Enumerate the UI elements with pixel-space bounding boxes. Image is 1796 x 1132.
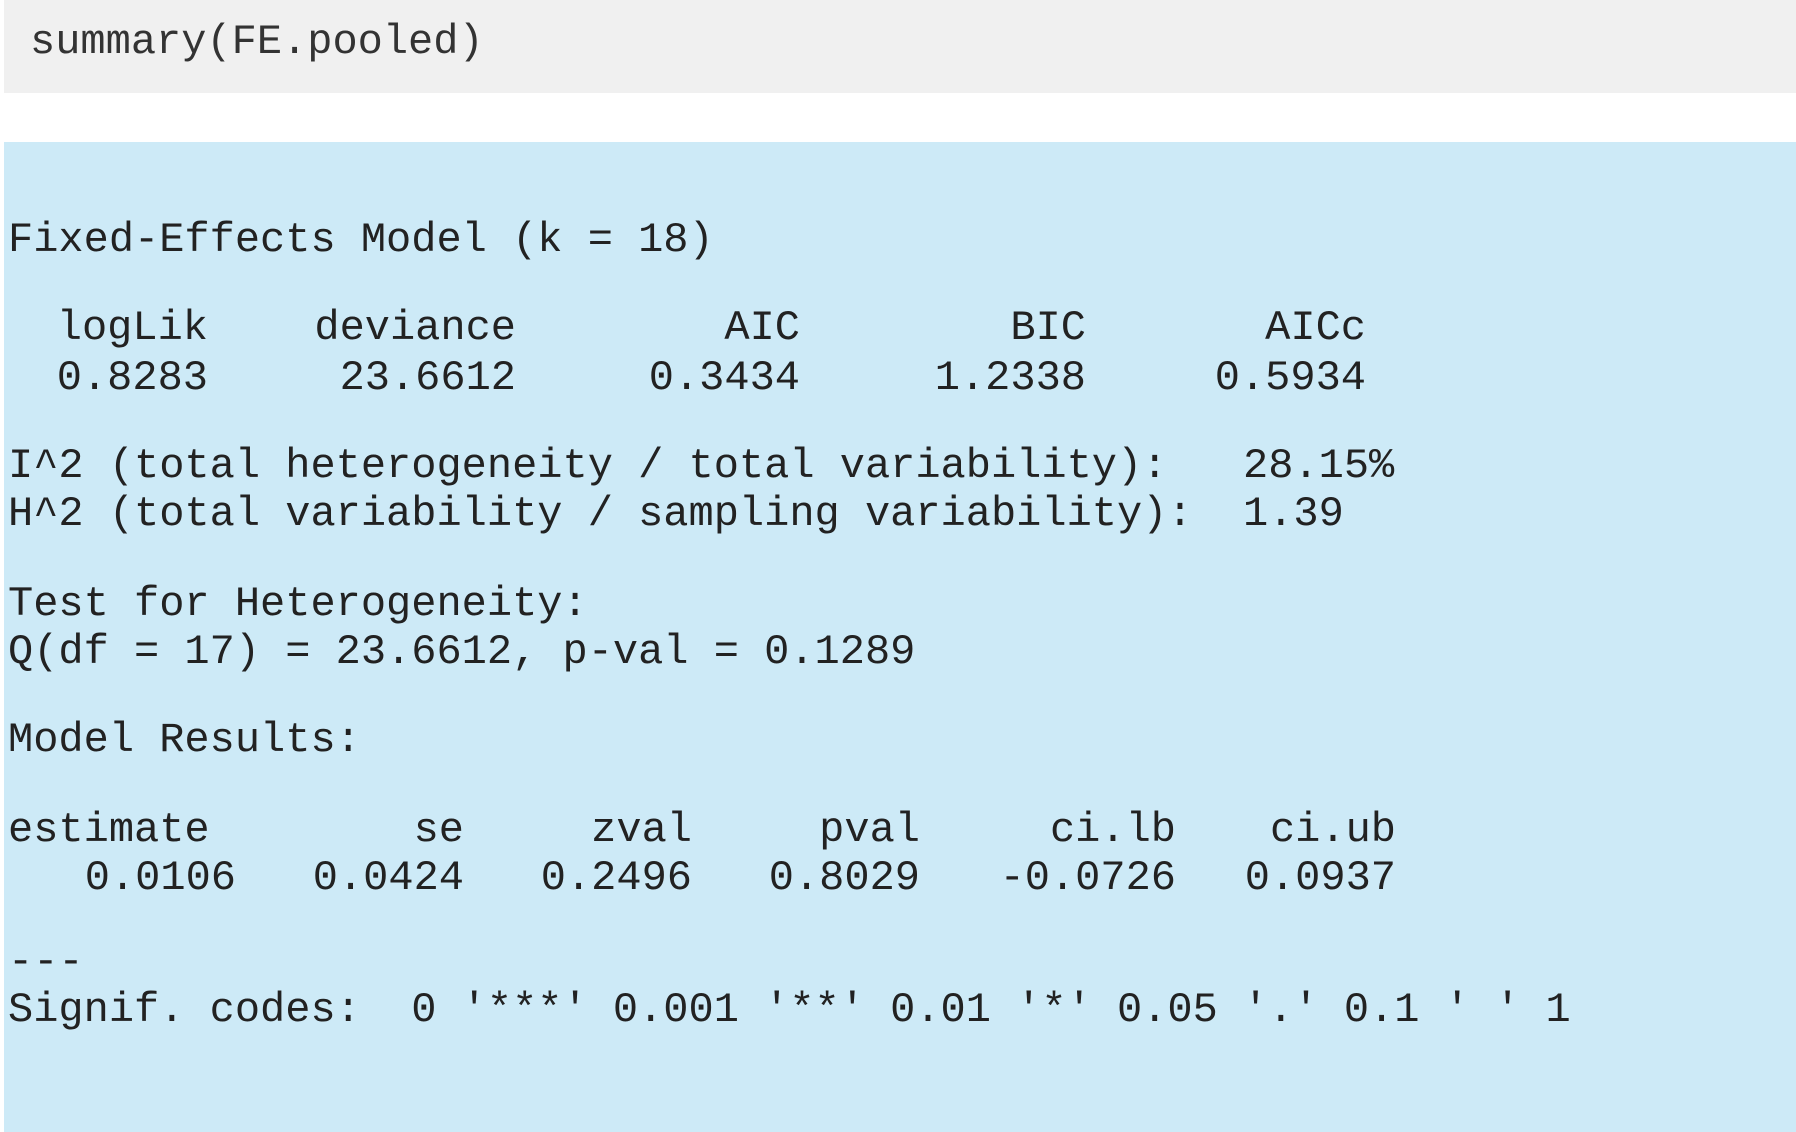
i2-line: I^2 (total heterogeneity / total variabi… bbox=[8, 442, 1395, 490]
fit-header-aicc: AICc bbox=[1265, 304, 1366, 352]
result-header-estimate: estimate bbox=[8, 806, 210, 854]
result-header-pval: pval bbox=[819, 806, 920, 854]
result-header-cilb: ci.lb bbox=[1049, 806, 1176, 854]
fit-value-aicc: 0.5934 bbox=[1214, 354, 1366, 402]
result-header-zval: zval bbox=[591, 806, 692, 854]
separator-line: --- bbox=[8, 938, 84, 986]
result-value-pval: 0.8029 bbox=[768, 854, 920, 902]
fit-header-aic: AIC bbox=[724, 304, 800, 352]
fit-header-bic: BIC bbox=[1010, 304, 1086, 352]
output-cell: Fixed-Effects Model (k = 18) logLik devi… bbox=[4, 142, 1796, 1132]
fit-header-loglik: logLik bbox=[56, 304, 208, 352]
heterogeneity-result: Q(df = 17) = 23.6612, p-val = 0.1289 bbox=[8, 628, 916, 676]
result-header-se: se bbox=[413, 806, 464, 854]
code-input-text[interactable]: summary(FE.pooled) bbox=[30, 16, 484, 68]
model-results-title: Model Results: bbox=[8, 716, 361, 764]
model-title: Fixed-Effects Model (k = 18) bbox=[8, 216, 714, 264]
code-input-cell[interactable]: summary(FE.pooled) bbox=[4, 0, 1796, 93]
signif-codes-line: Signif. codes: 0 '***' 0.001 '**' 0.01 '… bbox=[8, 986, 1571, 1034]
result-value-zval: 0.2496 bbox=[540, 854, 692, 902]
heterogeneity-title: Test for Heterogeneity: bbox=[8, 580, 588, 628]
fit-value-deviance: 23.6612 bbox=[339, 354, 516, 402]
fit-value-loglik: 0.8283 bbox=[56, 354, 208, 402]
result-header-ciub: ci.ub bbox=[1269, 806, 1396, 854]
fit-header-deviance: deviance bbox=[314, 304, 516, 352]
result-value-cilb: -0.0726 bbox=[999, 854, 1176, 902]
fit-value-bic: 1.2338 bbox=[934, 354, 1086, 402]
h2-line: H^2 (total variability / sampling variab… bbox=[8, 490, 1344, 538]
result-value-estimate: 0.0106 bbox=[84, 854, 236, 902]
result-value-se: 0.0424 bbox=[312, 854, 464, 902]
fit-value-aic: 0.3434 bbox=[648, 354, 800, 402]
result-value-ciub: 0.0937 bbox=[1244, 854, 1396, 902]
